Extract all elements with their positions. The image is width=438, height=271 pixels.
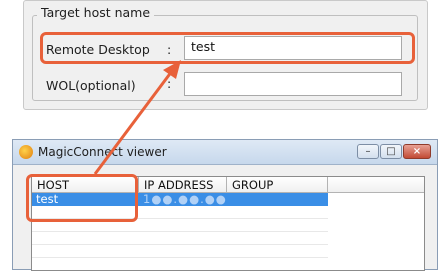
- annotation-arrow-icon: [93, 60, 181, 175]
